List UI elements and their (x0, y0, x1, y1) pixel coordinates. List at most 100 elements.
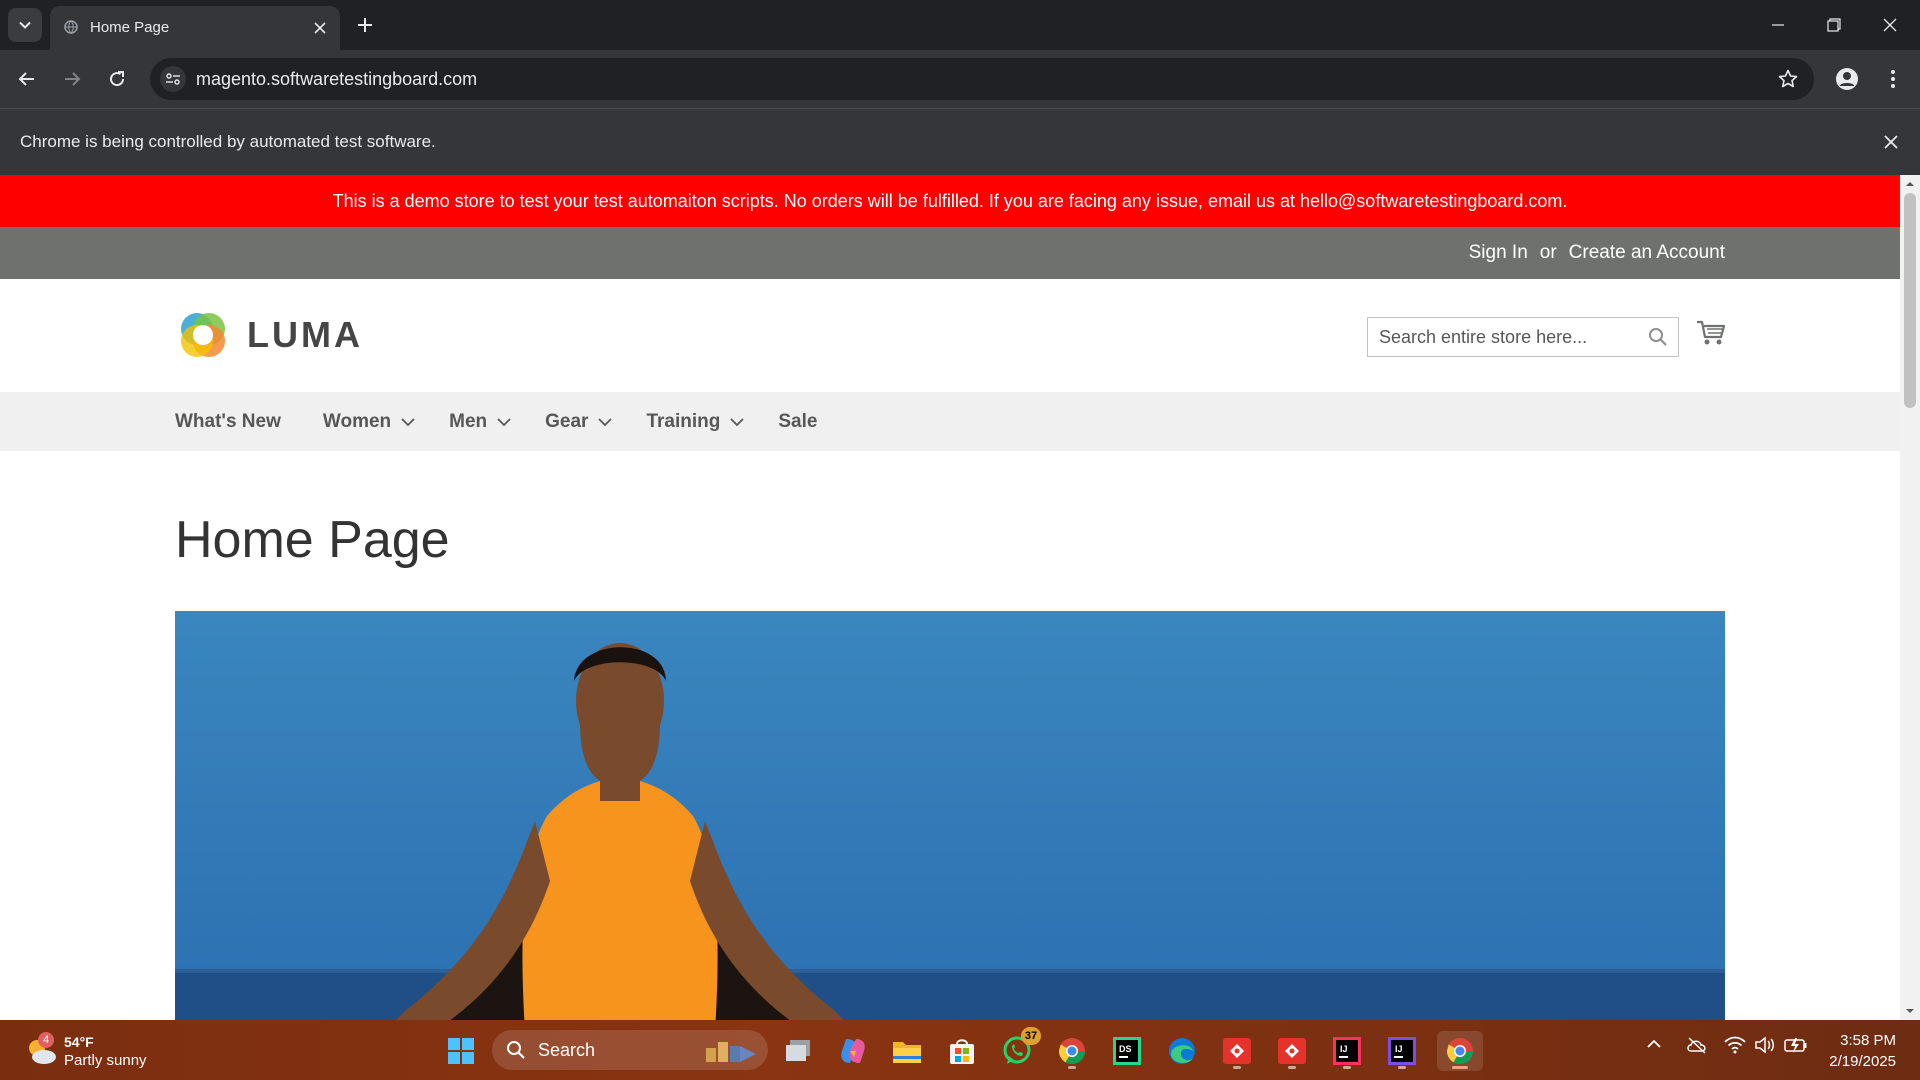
svg-text:IJ: IJ (1340, 1044, 1348, 1054)
nav-label: Gear (545, 410, 589, 432)
tune-icon (166, 73, 180, 85)
chevron-up-icon[interactable] (1646, 1036, 1662, 1052)
microsoft-store-button[interactable] (942, 1031, 982, 1071)
wifi-icon[interactable] (1724, 1036, 1746, 1054)
intellij-icon: IJ (1388, 1037, 1416, 1065)
windows-taskbar: 4 54°F Partly sunny Search 37 DS IJ IJ 3… (0, 1020, 1920, 1080)
nav-label: Training (646, 410, 721, 432)
intellij-icon: IJ (1333, 1037, 1361, 1065)
infobar-close-button[interactable] (1880, 131, 1902, 153)
git-icon (1223, 1038, 1251, 1064)
whatsapp-button[interactable]: 37 (997, 1027, 1041, 1071)
chrome-icon (1446, 1038, 1474, 1065)
hero-banner[interactable] (175, 611, 1725, 1020)
taskbar-search-label: Search (538, 1040, 596, 1060)
datagrip-button[interactable]: DS (1107, 1031, 1147, 1071)
tab-search-button[interactable] (8, 8, 42, 42)
chrome-active-button[interactable] (1437, 1031, 1483, 1071)
clock-time: 3:58 PM (1840, 1032, 1896, 1049)
nav-item-whats-new[interactable]: What's New (175, 411, 281, 433)
restore-icon (1827, 18, 1841, 32)
tab-title: Home Page (90, 19, 170, 36)
create-account-link[interactable]: Create an Account (1569, 242, 1725, 264)
demo-notice-banner: This is a demo store to test your test a… (0, 175, 1900, 227)
menu-button[interactable] (1876, 62, 1910, 96)
chevron-down-icon (19, 21, 31, 29)
running-indicator (1343, 1066, 1351, 1069)
search-input[interactable] (1368, 318, 1649, 356)
start-button[interactable] (441, 1031, 481, 1071)
chevron-down-icon (401, 417, 415, 426)
chevron-down-icon (497, 417, 511, 426)
weather-widget[interactable]: 4 54°F Partly sunny (24, 1030, 174, 1074)
taskbar-search[interactable]: Search (492, 1030, 768, 1070)
system-clock[interactable]: 3:58 PM 2/19/2025 (1829, 1030, 1896, 1072)
new-tab-button[interactable] (352, 12, 378, 38)
sign-in-link[interactable]: Sign In (1469, 242, 1528, 264)
minimize-button[interactable] (1750, 0, 1806, 50)
scroll-down-icon[interactable] (1905, 1006, 1915, 1016)
copilot-button[interactable] (833, 1031, 873, 1071)
star-icon (1778, 69, 1798, 88)
demo-notice-text: This is a demo store to test your test a… (332, 190, 1568, 211)
url-text[interactable]: magento.softwaretestingboard.com (196, 69, 477, 90)
scroll-up-icon[interactable] (1905, 179, 1915, 189)
search-icon (507, 1041, 525, 1059)
git-client-button-1[interactable] (1217, 1031, 1257, 1071)
window-close-button[interactable] (1862, 0, 1918, 50)
volume-icon[interactable] (1754, 1036, 1776, 1054)
page-scrollbar[interactable] (1900, 175, 1920, 1020)
tab-close-button[interactable] (310, 18, 330, 38)
nav-items: What's New Women Men Gear Training Sale (175, 392, 859, 451)
reload-button[interactable] (100, 62, 134, 96)
search-icon[interactable] (1648, 327, 1668, 347)
search-box (1367, 317, 1679, 357)
browser-tabstrip: Home Page (0, 0, 1920, 50)
task-view-button[interactable] (778, 1031, 818, 1071)
or-text: or (1539, 242, 1557, 263)
copilot-icon (841, 1039, 865, 1063)
active-indicator (1452, 1066, 1468, 1069)
scrollbar-thumb[interactable] (1904, 193, 1916, 408)
intellij-button-1[interactable]: IJ (1327, 1031, 1367, 1071)
onedrive-offline-icon[interactable] (1686, 1036, 1708, 1054)
minicart[interactable] (1696, 319, 1726, 347)
running-indicator (1398, 1066, 1406, 1069)
profile-icon (1836, 68, 1858, 90)
arrow-left-icon (18, 72, 34, 86)
chrome-profile-button[interactable] (1052, 1031, 1092, 1071)
site-info-button[interactable] (160, 66, 186, 92)
nav-item-gear[interactable]: Gear (545, 410, 613, 433)
running-indicator (1068, 1066, 1076, 1069)
store-logo[interactable]: LUMA (175, 307, 363, 363)
tab-home-page[interactable]: Home Page (50, 6, 340, 50)
weather-alert-badge: 4 (38, 1032, 54, 1048)
profile-button[interactable] (1830, 62, 1864, 96)
nav-item-women[interactable]: Women (323, 411, 415, 433)
plus-icon (358, 18, 372, 32)
cart-icon (1697, 320, 1726, 345)
page-viewport: This is a demo store to test your test a… (0, 175, 1900, 1020)
battery-charging-icon[interactable] (1784, 1036, 1808, 1054)
svg-text:DS: DS (1119, 1044, 1132, 1054)
intellij-button-2[interactable]: IJ (1382, 1031, 1422, 1071)
whatsapp-unread-badge: 37 (1021, 1027, 1041, 1045)
running-indicator (1288, 1066, 1296, 1069)
chrome-icon (1058, 1038, 1086, 1065)
edge-button[interactable] (1162, 1031, 1202, 1071)
nav-label: Men (449, 410, 488, 432)
edge-icon (1169, 1038, 1195, 1064)
bookmark-button[interactable] (1776, 67, 1800, 91)
chevron-down-icon (598, 417, 613, 426)
main-navigation: What's New Women Men Gear Training Sale (0, 392, 1900, 451)
git-client-button-2[interactable] (1272, 1031, 1312, 1071)
address-bar[interactable]: magento.softwaretestingboard.com (150, 58, 1814, 100)
nav-item-training[interactable]: Training (646, 411, 744, 433)
restore-button[interactable] (1806, 0, 1862, 50)
forward-button[interactable] (55, 62, 89, 96)
luma-logo-icon (181, 313, 225, 357)
nav-item-sale[interactable]: Sale (778, 411, 817, 433)
file-explorer-button[interactable] (887, 1031, 927, 1071)
nav-item-men[interactable]: Men (449, 411, 511, 433)
back-button[interactable] (10, 62, 44, 96)
